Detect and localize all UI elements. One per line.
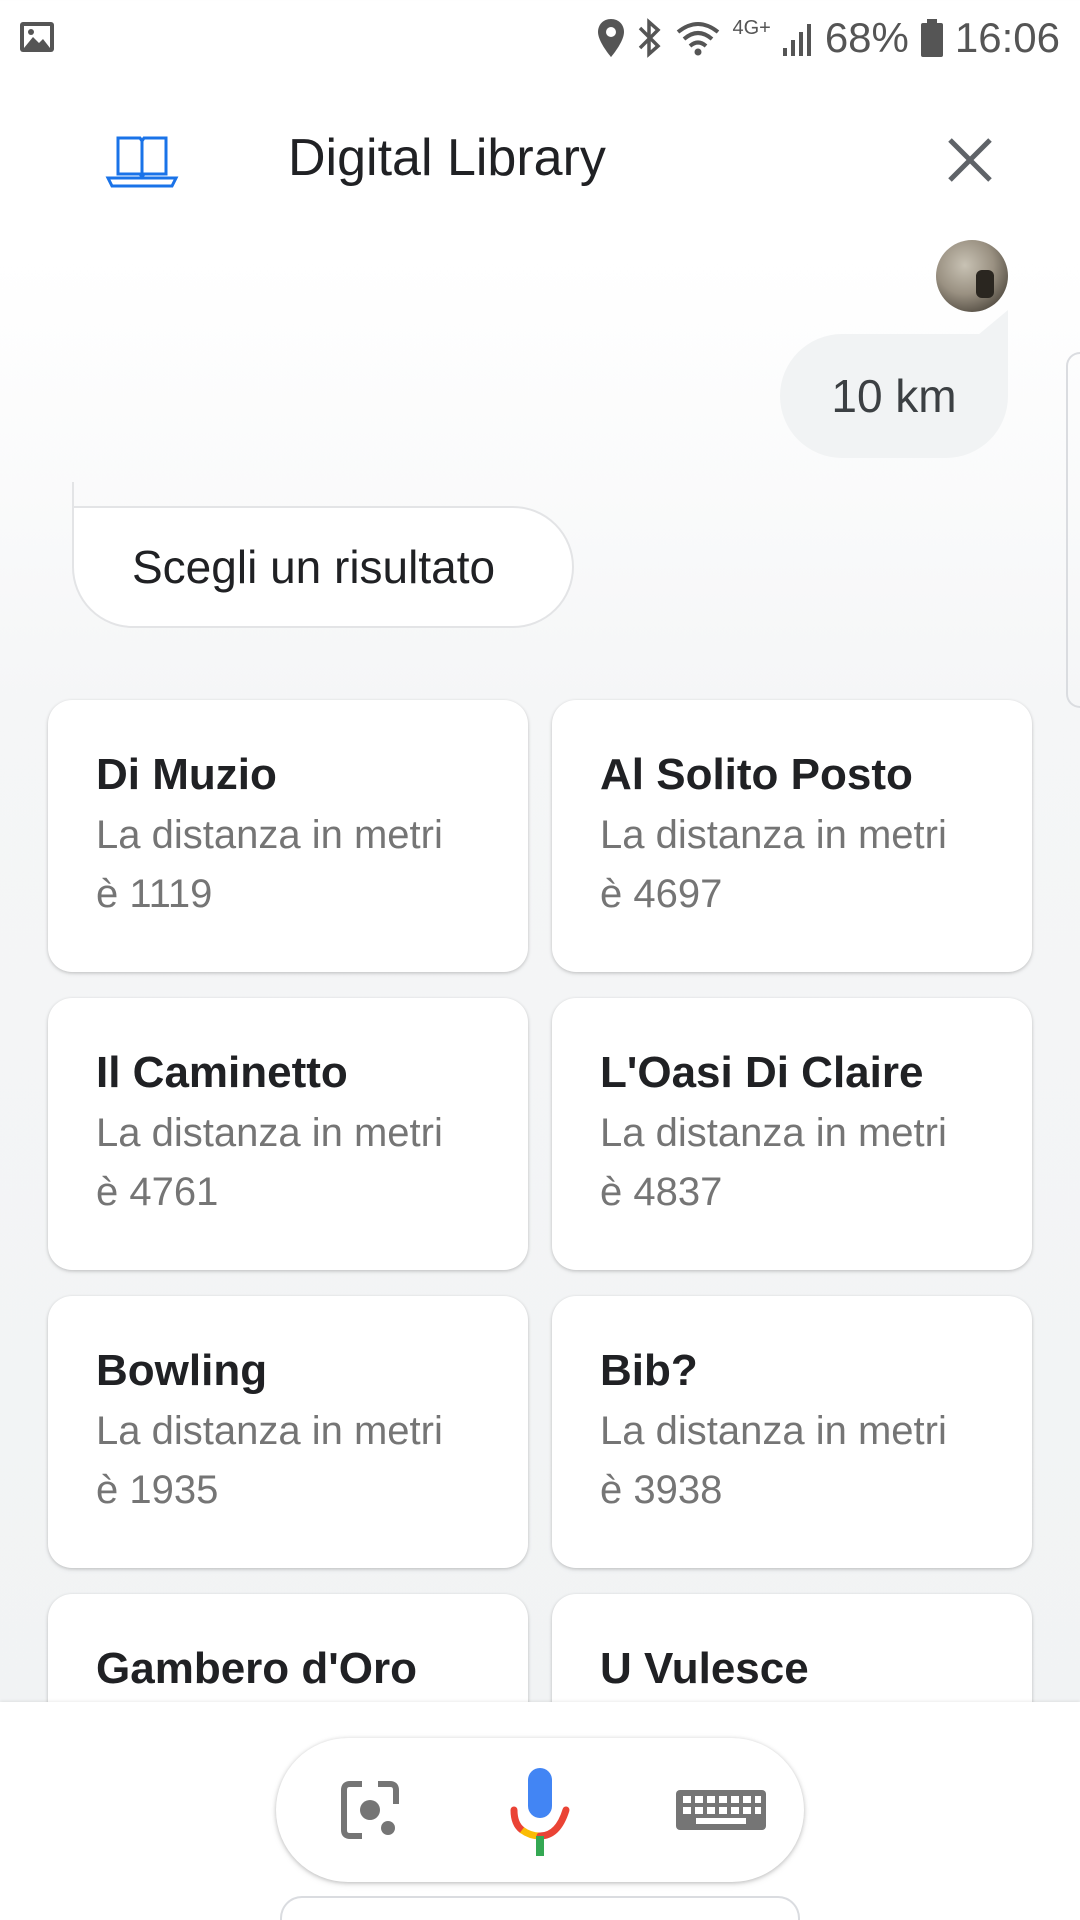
clock: 16:06 xyxy=(954,14,1060,61)
result-title: U Vulesce xyxy=(600,1644,809,1693)
network-type: 4G+ xyxy=(732,17,771,39)
status-bar: 4G+ 68% 16:06 xyxy=(0,0,1080,76)
result-line1: La distanza in metri xyxy=(600,1409,947,1453)
close-icon[interactable] xyxy=(938,128,1002,192)
result-card[interactable]: Al Solito Posto La distanza in metri è 46… xyxy=(552,700,1032,972)
result-title: Di Muzio xyxy=(96,750,277,799)
result-line2: è 4761 xyxy=(96,1170,219,1214)
result-line1: La distanza in metri xyxy=(96,1409,443,1453)
suggestion-chip-edge[interactable] xyxy=(280,1896,800,1920)
result-title: Bowling xyxy=(96,1346,268,1395)
result-card[interactable]: Di Muzio La distanza in metri è 1119 xyxy=(48,700,528,972)
result-line1: La distanza in metri xyxy=(96,813,443,857)
result-card[interactable]: Bowling La distanza in metri è 1935 xyxy=(48,1296,528,1568)
bluetooth-icon xyxy=(639,18,662,58)
input-bar xyxy=(0,1702,1080,1920)
result-card[interactable]: Il Caminetto La distanza in metri è 4761 xyxy=(48,998,528,1270)
result-title: Il Caminetto xyxy=(96,1048,348,1097)
battery-percent: 68% xyxy=(824,14,909,61)
lens-icon[interactable] xyxy=(340,1780,400,1840)
book-icon xyxy=(105,136,179,188)
result-line1: La distanza in metri xyxy=(600,1111,947,1155)
keyboard-icon[interactable] xyxy=(674,1788,768,1832)
side-panel-edge[interactable] xyxy=(1066,352,1080,708)
result-line1: La distanza in metri xyxy=(96,1111,443,1155)
result-title: L'Oasi Di Claire xyxy=(600,1048,924,1097)
result-line2: è 3938 xyxy=(600,1468,723,1512)
input-pill xyxy=(276,1738,804,1882)
assistant-message-bubble: Scegli un risultato xyxy=(72,506,574,628)
app-header: Digital Library xyxy=(0,110,1080,210)
result-line1: La distanza in metri xyxy=(600,813,947,857)
result-card[interactable]: Bib? La distanza in metri è 3938 xyxy=(552,1296,1032,1568)
mic-icon[interactable] xyxy=(508,1766,572,1858)
wifi-icon xyxy=(677,22,720,56)
result-line2: è 1935 xyxy=(96,1468,219,1512)
result-title: Bib? xyxy=(600,1346,698,1395)
user-avatar xyxy=(936,240,1008,312)
app-title: Digital Library xyxy=(288,129,606,187)
result-line2: è 1119 xyxy=(96,872,213,916)
result-title: Al Solito Posto xyxy=(600,750,913,799)
result-title: Gambero d'Oro xyxy=(96,1644,417,1693)
location-icon xyxy=(598,19,625,57)
user-message-bubble: 10 km xyxy=(780,334,1008,458)
result-line2: è 4697 xyxy=(600,872,723,916)
result-line2: è 4837 xyxy=(600,1170,723,1214)
result-card[interactable]: L'Oasi Di Claire La distanza in metri è 4… xyxy=(552,998,1032,1270)
battery-icon xyxy=(920,19,943,57)
gallery-icon xyxy=(20,22,54,52)
signal-icon xyxy=(782,24,811,56)
